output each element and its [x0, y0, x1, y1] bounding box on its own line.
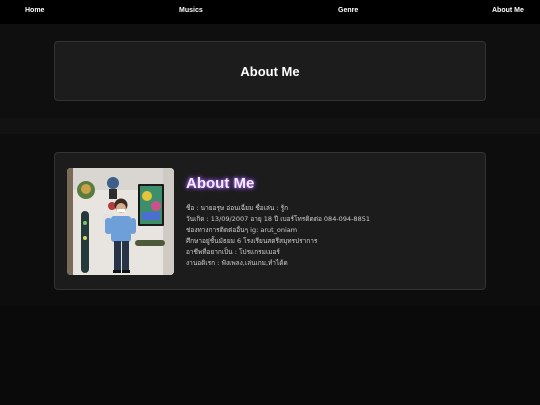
- info-contact: ช่องทางการติดต่ออื่นๆ ig: arut_oniam: [186, 226, 298, 234]
- profile-photo-image: [67, 168, 174, 275]
- section-divider: [0, 118, 540, 134]
- page-footer-area: [0, 306, 540, 405]
- nav-about-link[interactable]: About Me: [492, 7, 524, 14]
- info-hobbies: งานอดิเรก : ฟังเพลง,เล่นเกม,ทำได้ด: [186, 259, 288, 267]
- nav-home-link[interactable]: Home: [25, 7, 44, 14]
- nav-genre-link[interactable]: Genre: [338, 7, 358, 14]
- about-card: About Me ชื่อ : นายอรุษ อ่อนเฉี่ยม ชื่อเ…: [54, 152, 486, 290]
- hero-card: About Me: [54, 41, 486, 101]
- nav-musics-link[interactable]: Musics: [179, 7, 203, 14]
- info-name: ชื่อ : นายอรุษ อ่อนเฉี่ยม ชื่อเล่น : รู้…: [186, 204, 289, 212]
- top-nav: Home Musics Genre About Me: [0, 0, 540, 24]
- info-career: อาชีพที่อยากเป็น : โปรแกรมเมอร์: [186, 248, 280, 256]
- page-title: About Me: [240, 64, 300, 79]
- profile-photo: [67, 168, 174, 275]
- info-school: ศึกษาอยู่ชั้นมัธยม 6 โรงเรียนสตรีสมุทรปร…: [186, 237, 318, 245]
- info-birthdate-phone: วันเกิด : 13/09/2007 อายุ 18 ปี เบอร์โทร…: [186, 215, 370, 223]
- about-heading: About Me: [186, 175, 255, 192]
